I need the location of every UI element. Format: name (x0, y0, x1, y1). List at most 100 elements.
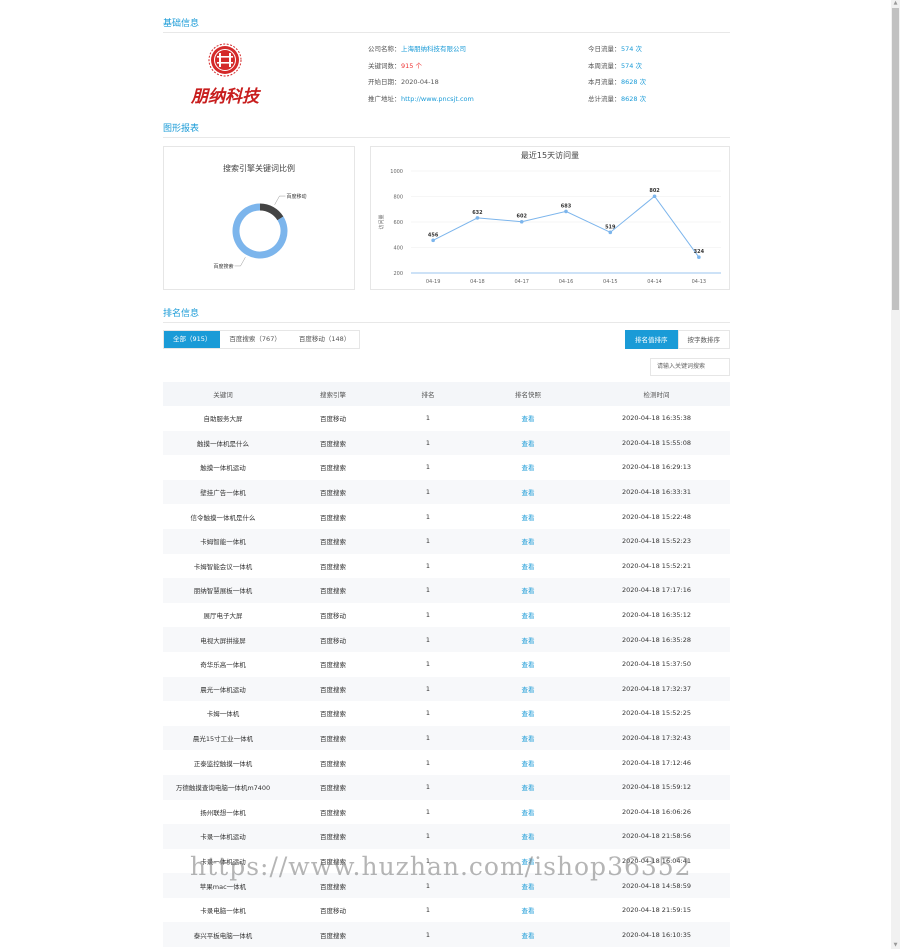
table-row: 卡姆智能一体机 百度搜索 1 查看 2020-04-18 15:52:23 (163, 528, 730, 554)
table-row: 信令触摸一体机是什么 百度搜索 1 查看 2020-04-18 15:22:48 (163, 504, 730, 529)
rank-cell: 1 (383, 725, 473, 751)
x-tick-label-0: 04-19 (426, 279, 441, 285)
company-logo: 朋纳科技 (190, 43, 262, 107)
snapshot-link[interactable]: 查看 (473, 898, 583, 923)
check-time-cell: 2020-04-18 15:52:25 (621, 709, 692, 718)
data-point-6 (697, 255, 701, 259)
data-point-2 (519, 219, 524, 224)
check-time-cell: 2020-04-18 15:52:23 (583, 528, 730, 554)
data-label-1: 632 (472, 210, 483, 216)
snapshot-link[interactable]: 查看 (473, 652, 583, 677)
snapshot-link[interactable]: 查看 (473, 627, 583, 652)
charts-title: 图形报表 (163, 121, 730, 138)
scroll-thumb[interactable] (892, 8, 899, 310)
y-tick-label-2: 600 (393, 220, 403, 226)
donut-label-0: 百度移动 (286, 193, 306, 200)
engine-cell: 百度搜索 (320, 661, 346, 670)
snapshot-link[interactable]: 查看 (473, 701, 583, 726)
snapshot-link[interactable]: 查看 (473, 800, 583, 825)
engine-tabs: 全部（915） 百度搜索（767） 百度移动（148） (163, 330, 361, 349)
snapshot-link[interactable]: 查看 (473, 578, 583, 603)
sort-by-rank-button[interactable]: 排名值排序 (625, 330, 678, 349)
table-row: 晨光一体机运动 百度搜索 1 查看 2020-04-18 17:32:37 (163, 676, 730, 702)
rank-cell: 1 (383, 578, 473, 603)
traffic-today: 今日流量：574 次 (588, 45, 642, 53)
table-header-row: 关键词 搜索引擎 排名 排名快照 检测时间 (163, 382, 730, 406)
snapshot-link[interactable]: 查看 (473, 922, 583, 948)
company-name-link[interactable]: 上海朋纳科技有限公司 (401, 45, 466, 53)
data-point-4 (608, 230, 613, 235)
rank-cell: 1 (425, 758, 431, 767)
engine-cell: 百度搜索 (283, 430, 383, 456)
y-tick-label-1: 400 (393, 246, 403, 252)
page-scrollbar[interactable]: ▲ ▼ (891, 0, 900, 949)
snapshot-link[interactable]: 查看 (473, 554, 583, 579)
check-time-cell: 2020-04-18 16:35:12 (621, 611, 692, 620)
keyword-cell: 奇华乐高一体机 (200, 661, 246, 670)
snapshot-link[interactable]: 查看 (473, 430, 583, 456)
sort-buttons: 排名值排序 按字数排序 (625, 330, 730, 349)
check-time-cell: 2020-04-18 21:58:56 (583, 824, 730, 849)
x-tick-label-5: 04-14 (647, 279, 662, 285)
tab-baidu-search[interactable]: 百度搜索（767） (220, 331, 289, 348)
scroll-up-arrow-icon[interactable]: ▲ (892, 0, 899, 7)
watermark-text: https://www.huzhan.com/ishop36352 (190, 852, 692, 881)
promo-url-link[interactable]: http://www.pncsjt.com (401, 95, 474, 103)
table-row: 自助服务大屏 百度移动 1 查看 2020-04-18 16:35:38 (163, 406, 730, 431)
engine-cell: 百度搜索 (283, 528, 383, 554)
scroll-down-arrow-icon[interactable]: ▼ (892, 942, 899, 949)
data-point-1 (475, 216, 480, 220)
rank-cell: 1 (425, 611, 431, 620)
table-row: 卡录一体机运动 百度搜索 1 查看 2020-04-18 21:58:56 (163, 824, 730, 849)
check-time-cell: 2020-04-18 15:37:50 (621, 660, 692, 669)
snapshot-link[interactable]: 查看 (473, 774, 583, 800)
rank-cell: 1 (425, 414, 431, 423)
check-time-cell: 2020-04-18 15:55:08 (583, 430, 730, 456)
header-check-time: 检测时间 (583, 382, 730, 406)
donut-slice-0 (259, 203, 284, 221)
y-tick-label-3: 800 (393, 195, 403, 201)
engine-cell: 百度搜索 (283, 578, 383, 603)
x-tick-label-3: 04-16 (559, 279, 574, 285)
x-tick-label-6: 04-13 (692, 279, 707, 285)
keyword-cell: 壁挂广告一体机 (163, 479, 283, 505)
basic-info-title: 基础信息 (163, 16, 730, 33)
tab-all[interactable]: 全部（915） (164, 331, 221, 348)
engine-cell: 百度搜索 (283, 725, 383, 751)
snapshot-link[interactable]: 查看 (473, 504, 583, 529)
info-row-keywords: 关键词数：915 个 (368, 61, 422, 70)
check-time-cell: 2020-04-18 17:12:46 (621, 758, 692, 767)
keyword-cell: 自助服务大屏 (203, 415, 243, 424)
engine-cell: 百度搜索 (320, 759, 346, 768)
rank-cell: 1 (383, 627, 473, 652)
snapshot-link[interactable]: 查看 (473, 603, 583, 628)
charts-section: 图形报表 搜索引擎关键词比例 百度移动 百度搜索 最近15天访问量 200 400 6… (163, 121, 730, 290)
snapshot-link[interactable]: 查看 (473, 725, 583, 751)
check-time-cell: 2020-04-18 15:59:12 (583, 774, 730, 800)
traffic-total: 总计流量：8628 次 (588, 94, 647, 103)
snapshot-link[interactable]: 查看 (473, 528, 583, 554)
info-row-company: 公司名称：上海朋纳科技有限公司 (368, 45, 466, 53)
svg-text:朋纳科技: 朋纳科技 (190, 87, 262, 107)
traffic-week: 本周流量：574 次 (588, 61, 642, 70)
table-row: 壁挂广告一体机 百度搜索 1 查看 2020-04-18 16:33:31 (163, 479, 730, 505)
snapshot-link[interactable]: 查看 (473, 455, 583, 480)
data-label-4: 519 (605, 224, 616, 230)
keyword-cell: 展厅电子大屏 (203, 612, 243, 621)
keyword-cell: 正泰监控触摸一体机 (193, 759, 253, 768)
data-point-0 (431, 238, 435, 243)
rank-cell: 1 (383, 528, 473, 554)
tab-baidu-mobile[interactable]: 百度移动（148） (290, 331, 359, 348)
ranking-title: 排名信息 (163, 306, 730, 323)
snapshot-link[interactable]: 查看 (473, 479, 583, 505)
keyword-search-input[interactable]: 请输入关键词搜索 (650, 358, 730, 376)
rank-cell: 1 (383, 430, 473, 456)
snapshot-link[interactable]: 查看 (473, 676, 583, 702)
snapshot-link[interactable]: 查看 (473, 824, 583, 849)
table-row: 泰兴平板电脑一体机 百度搜索 1 查看 2020-04-18 16:10:35 (163, 922, 730, 948)
snapshot-link[interactable]: 查看 (473, 406, 583, 431)
snapshot-link[interactable]: 查看 (473, 750, 583, 775)
rank-cell: 1 (425, 906, 431, 915)
sort-by-length-button[interactable]: 按字数排序 (677, 330, 730, 349)
rank-cell: 1 (383, 774, 473, 800)
